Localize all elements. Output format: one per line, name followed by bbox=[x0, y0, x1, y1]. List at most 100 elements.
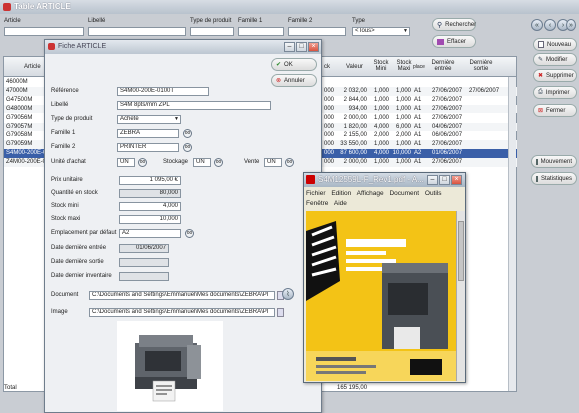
date-inventaire-label: Date dernier inventaire bbox=[51, 273, 112, 279]
attach-icon[interactable]: ⌇ bbox=[282, 288, 294, 300]
image-path-field[interactable]: C:\Documents and Settings\Emmanuel\Mes d… bbox=[89, 308, 275, 317]
menu-affichage[interactable]: Affichage bbox=[357, 190, 384, 197]
vente-search-button[interactable]: oo bbox=[285, 158, 294, 167]
menu-fenetre[interactable]: Fenêtre bbox=[306, 200, 328, 207]
nouveau-button[interactable]: Nouveau bbox=[533, 38, 577, 51]
table-cell-qte: 000 bbox=[324, 132, 335, 139]
table-cell-maxi: 6,000 bbox=[395, 123, 411, 130]
table-cell-maxi: 10,000 bbox=[392, 150, 411, 157]
effacer-button[interactable]: Effacer bbox=[432, 35, 476, 48]
type-produit-select[interactable]: Acheté ▼ bbox=[117, 115, 181, 124]
table-cell-entree: 04/06/2007 bbox=[432, 123, 463, 130]
menu-aide[interactable]: Aide bbox=[334, 200, 347, 207]
fiche-maximize-button[interactable]: □ bbox=[296, 42, 307, 52]
pdf-scrollbar-thumb[interactable] bbox=[458, 221, 464, 281]
cancel-icon: ⊗ bbox=[276, 78, 282, 84]
emplacement-field[interactable]: A2 bbox=[119, 229, 181, 238]
fiche-close-button[interactable]: × bbox=[308, 42, 319, 52]
image-browse-button[interactable] bbox=[277, 308, 284, 317]
filter-famille1-input[interactable] bbox=[238, 27, 284, 36]
eraser-icon bbox=[437, 38, 444, 45]
col-stock-maxi[interactable]: Stock Maxi bbox=[395, 60, 413, 72]
table-cell-mini: 2,000 bbox=[373, 132, 389, 139]
ok-label: OK bbox=[284, 61, 293, 68]
menu-fichier[interactable]: Fichier bbox=[306, 190, 326, 197]
last-record-button[interactable]: » bbox=[566, 19, 576, 31]
filter-type-select[interactable] bbox=[190, 27, 234, 36]
table-cell-mini: 1,000 bbox=[373, 114, 389, 121]
pdf-menubar: Fichier Edition Affichage Document Outil… bbox=[306, 189, 462, 209]
fiche-minimize-button[interactable]: – bbox=[284, 42, 295, 52]
pdf-viewer-window: S4M12559L-F_Rev1.pdf - A... – □ × Fichie… bbox=[303, 172, 466, 383]
rechercher-button[interactable]: ⚲ Rechercher bbox=[432, 18, 476, 31]
col-place[interactable]: place bbox=[413, 64, 425, 70]
modifier-button[interactable]: ✎ Modifier bbox=[533, 53, 577, 66]
annuler-button[interactable]: ⊗ Annuler bbox=[271, 74, 317, 87]
total-value: 165 195,00 bbox=[337, 385, 368, 391]
table-cell-mini: 1,000 bbox=[373, 105, 389, 112]
pdf-scrollbar[interactable] bbox=[456, 211, 465, 381]
statistiques-button[interactable]: Statistiques bbox=[531, 172, 577, 185]
menu-edition[interactable]: Edition bbox=[331, 190, 351, 197]
type-produit-value: Acheté bbox=[120, 116, 139, 122]
pdf-close-button[interactable]: × bbox=[451, 175, 462, 185]
vente-field[interactable]: UN bbox=[264, 158, 282, 167]
pdf-minimize-button[interactable]: – bbox=[427, 175, 438, 185]
filter-famille2-input[interactable] bbox=[288, 27, 346, 36]
table-cell-mini: 1,000 bbox=[373, 141, 389, 148]
stock-maxi-field[interactable]: 10,000 bbox=[119, 215, 181, 224]
famille2-field[interactable]: PRINTER bbox=[117, 143, 179, 152]
date-sortie-field bbox=[119, 258, 169, 267]
famille1-field[interactable]: ZEBRA bbox=[117, 129, 179, 138]
col-qte[interactable]: ck bbox=[324, 64, 330, 70]
first-record-button[interactable]: « bbox=[531, 19, 543, 31]
table-cell-qte: 000 bbox=[324, 96, 335, 103]
stock-mini-field[interactable]: 4,000 bbox=[119, 202, 181, 211]
close-icon: × bbox=[454, 176, 459, 183]
mouvement-button[interactable]: Mouvement bbox=[531, 155, 577, 168]
col-derniere-entree[interactable]: Dernière entrée bbox=[430, 60, 456, 72]
chevron-down-icon: ▼ bbox=[403, 28, 408, 34]
document-path-field[interactable]: C:\Documents and Settings\Emmanuel\Mes d… bbox=[89, 291, 275, 300]
famille1-search-button[interactable]: oo bbox=[183, 129, 192, 138]
table-cell-valeur: 934,00 bbox=[348, 105, 367, 112]
menu-outils[interactable]: Outils bbox=[425, 190, 442, 197]
unite-achat-field[interactable]: UN bbox=[117, 158, 135, 167]
stock-maxi-label: Stock maxi bbox=[51, 216, 81, 222]
col-article[interactable]: Article bbox=[24, 64, 41, 70]
main-title-bar: Table ARTICLE bbox=[0, 0, 579, 14]
col-derniere-sortie[interactable]: Dernière sortie bbox=[468, 60, 494, 72]
imprimer-button[interactable]: ⎙ Imprimer bbox=[533, 86, 577, 99]
filter-type2-select[interactable]: <Tous> ▼ bbox=[352, 27, 410, 36]
fermer-button[interactable]: ⊠ Fermer bbox=[533, 104, 577, 117]
product-image bbox=[117, 321, 223, 411]
col-valeur[interactable]: Valeur bbox=[346, 64, 363, 70]
table-cell-maxi: 1,000 bbox=[395, 105, 411, 112]
filter-article-input[interactable] bbox=[4, 27, 84, 36]
famille2-search-button[interactable]: oo bbox=[183, 143, 192, 152]
filter-libelle-input[interactable] bbox=[88, 27, 186, 36]
modifier-label: Modifier bbox=[546, 56, 568, 63]
libelle-field[interactable]: S4M 8pts/mm ZPL bbox=[117, 101, 271, 110]
supprimer-button[interactable]: ✖ Supprimer bbox=[533, 69, 577, 82]
rechercher-label: Rechercher bbox=[445, 21, 477, 28]
table-cell-place: A1 bbox=[414, 96, 422, 103]
quantite-stock-field: 80,000 bbox=[119, 189, 181, 198]
stockage-field[interactable]: UN bbox=[193, 158, 211, 167]
ok-button[interactable]: ✔ OK bbox=[271, 58, 317, 71]
delete-icon: ✖ bbox=[538, 73, 544, 79]
prix-unitaire-field[interactable]: 1 095,00 € bbox=[119, 176, 181, 185]
next-icon: › bbox=[561, 21, 565, 29]
col-stock-mini[interactable]: Stock Mini bbox=[371, 60, 391, 72]
emplacement-search-button[interactable]: oo bbox=[185, 229, 194, 238]
unite-achat-search-button[interactable]: oo bbox=[138, 158, 147, 167]
stockage-search-button[interactable]: oo bbox=[214, 158, 223, 167]
reference-field[interactable]: S4M00-200E-0100T bbox=[117, 87, 209, 96]
menu-document[interactable]: Document bbox=[389, 190, 419, 197]
table-cell-entree: 27/06/2007 bbox=[432, 114, 463, 121]
chart-icon bbox=[536, 175, 538, 182]
table-cell-mini: 1,000 bbox=[373, 159, 389, 166]
pdf-maximize-button[interactable]: □ bbox=[439, 175, 450, 185]
prev-record-button[interactable]: ‹ bbox=[544, 19, 556, 31]
table-scrollbar[interactable] bbox=[508, 77, 516, 391]
